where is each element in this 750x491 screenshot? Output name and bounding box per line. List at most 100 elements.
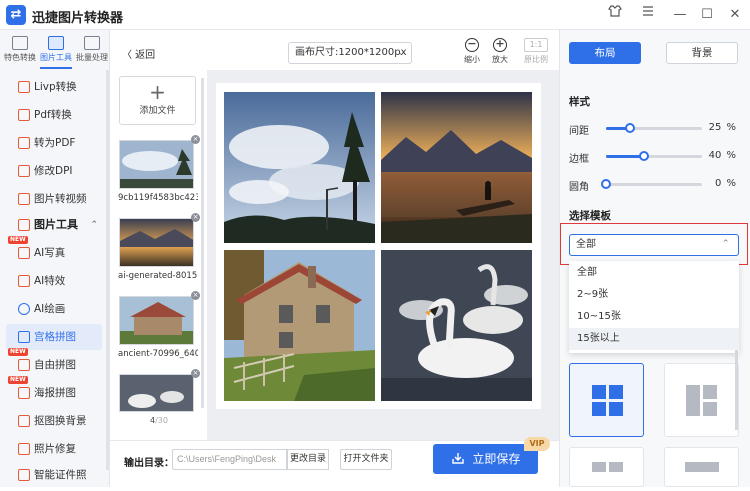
- remove-file-button[interactable]: ×: [191, 135, 200, 144]
- sidebar-item-ai-effects[interactable]: AI特效: [6, 268, 102, 294]
- vip-badge: VIP: [524, 437, 550, 451]
- sidebar-item-grid-collage[interactable]: 宫格拼图: [6, 324, 102, 350]
- template-filter-select[interactable]: 全部: [569, 234, 739, 256]
- add-file-button[interactable]: + 添加文件: [119, 76, 196, 125]
- template-grid-columns[interactable]: [664, 447, 739, 487]
- zoom-in-label: 放大: [492, 55, 508, 64]
- sidebar-item-to-pdf[interactable]: 转为PDF: [6, 130, 102, 156]
- ai-portrait-icon: [18, 247, 30, 259]
- grid-split-icon: [686, 385, 717, 416]
- plus-icon: +: [149, 80, 166, 104]
- template-grid-rows[interactable]: [569, 447, 644, 487]
- slider-handle[interactable]: [601, 179, 611, 189]
- zoom-in-icon: +: [493, 38, 507, 52]
- remove-file-button[interactable]: ×: [191, 369, 200, 378]
- output-dir-label: 输出目录：: [124, 458, 174, 469]
- sidebar-item-pdf-convert[interactable]: Pdf转换: [6, 102, 102, 128]
- grid-2x2-icon: [592, 385, 623, 416]
- change-dir-button[interactable]: 更改目录: [287, 449, 329, 470]
- back-button[interactable]: 〈 返回: [122, 46, 155, 61]
- sidebar-item-dpi[interactable]: 修改DPI: [6, 158, 102, 184]
- sidebar-item-image-to-video[interactable]: 图片转视频: [6, 186, 102, 212]
- option-2-9[interactable]: 2~9张: [569, 284, 739, 306]
- style-section-title: 样式: [569, 96, 590, 108]
- sidebar-item-livp[interactable]: Livp转换: [6, 74, 102, 100]
- sidebar-item-label: Livp转换: [34, 81, 77, 93]
- tab-label: 特色转换: [4, 53, 36, 62]
- border-slider[interactable]: [606, 151, 702, 161]
- minimize-button[interactable]: —: [669, 4, 691, 26]
- sidebar-item-poster-collage[interactable]: NEW 海报拼图: [6, 376, 102, 406]
- maximize-button[interactable]: ☐: [696, 4, 718, 26]
- new-badge: NEW: [8, 376, 28, 384]
- menu-icon[interactable]: [637, 4, 659, 26]
- file-thumbnail[interactable]: [119, 296, 194, 345]
- file-name: ancient-70996_640.j...: [118, 349, 198, 359]
- close-button[interactable]: ✕: [724, 4, 746, 26]
- file-thumbnail[interactable]: [119, 374, 194, 412]
- tab-label: 批量处理: [76, 53, 108, 62]
- save-label: 立即保存: [472, 452, 521, 466]
- sidebar-item-photo-repair[interactable]: 照片修复: [6, 436, 102, 462]
- original-ratio-button[interactable]: 1:1 原比例: [522, 38, 550, 65]
- sidebar-item-ai-portrait[interactable]: NEW AI写真: [6, 236, 102, 266]
- collage-photo-sky[interactable]: [224, 92, 375, 243]
- output-path-input[interactable]: C:\Users\FengPing\Desk: [172, 449, 287, 470]
- livp-icon: [18, 81, 30, 93]
- pdf-icon: [18, 109, 30, 121]
- zoom-in-button[interactable]: + 放大: [488, 38, 512, 65]
- collage-photo-swans[interactable]: [381, 250, 532, 401]
- active-tab-indicator: [40, 67, 72, 69]
- file-thumbnail[interactable]: [119, 140, 194, 189]
- file-list-scrollbar[interactable]: [201, 78, 204, 408]
- collage-photo-cottage[interactable]: [224, 250, 375, 401]
- canvas-size-select[interactable]: 画布尺寸:1200*1200px ⌄: [288, 42, 412, 64]
- option-15-plus[interactable]: 15张以上: [569, 328, 739, 350]
- corner-radius-value: 0 %: [714, 178, 736, 189]
- save-now-button[interactable]: 立即保存: [433, 444, 538, 474]
- zoom-out-button[interactable]: − 缩小: [460, 38, 484, 65]
- sidebar-item-label: 图片转视频: [34, 193, 87, 205]
- page-counter: 4/30: [150, 416, 168, 425]
- tab-background[interactable]: 背景: [666, 42, 738, 64]
- new-badge: NEW: [8, 348, 28, 356]
- remove-file-button[interactable]: ×: [191, 291, 200, 300]
- border-label: 边框: [569, 154, 589, 165]
- open-folder-button[interactable]: 打开文件夹: [340, 449, 392, 470]
- option-all[interactable]: 全部: [569, 262, 739, 284]
- tab-special-convert[interactable]: 特色转换: [3, 36, 37, 63]
- sidebar-item-ai-painting[interactable]: AI绘画: [6, 296, 102, 322]
- file-name: ai-generated-80157...: [118, 271, 198, 281]
- remove-file-button[interactable]: ×: [191, 213, 200, 222]
- sidebar-item-label: AI绘画: [34, 303, 66, 315]
- tab-image-tools[interactable]: 图片工具: [39, 36, 73, 63]
- tab-batch-process[interactable]: 批量处理: [75, 36, 109, 63]
- sidebar-scrollbar[interactable]: [106, 70, 109, 470]
- slider-handle[interactable]: [625, 123, 635, 133]
- sidebar-item-free-collage[interactable]: NEW 自由拼图: [6, 348, 102, 378]
- corner-radius-slider[interactable]: [601, 179, 702, 189]
- template-section-title: 选择模板: [569, 210, 611, 222]
- sidebar-item-label: Pdf转换: [34, 109, 72, 121]
- dpi-icon: [18, 165, 30, 177]
- tab-label: 图片工具: [40, 53, 72, 62]
- template-grid-left-split[interactable]: [664, 363, 739, 437]
- sidebar-item-cutout-background[interactable]: 抠图换背景: [6, 408, 102, 434]
- original-ratio-label: 原比例: [524, 55, 548, 64]
- skin-icon[interactable]: [604, 4, 626, 26]
- spacing-slider[interactable]: [606, 123, 702, 133]
- sidebar-item-label: 海报拼图: [34, 387, 76, 399]
- new-badge: NEW: [8, 236, 28, 244]
- poster-collage-icon: [18, 387, 30, 399]
- grid-rows-icon: [592, 462, 623, 472]
- tab-layout[interactable]: 布局: [569, 42, 641, 64]
- sidebar-group-image-tools[interactable]: 图片工具 ⌃: [6, 212, 102, 238]
- sidebar-item-id-photo[interactable]: 智能证件照: [6, 462, 102, 488]
- collage-photo-sunset-lake[interactable]: [381, 92, 532, 243]
- panel-scrollbar[interactable]: [735, 350, 738, 430]
- file-thumbnail[interactable]: [119, 218, 194, 267]
- chevron-up-icon: ⌃: [90, 220, 98, 230]
- grid-columns-icon: [685, 462, 719, 472]
- template-grid-2x2[interactable]: [569, 363, 644, 437]
- option-10-15[interactable]: 10~15张: [569, 306, 739, 328]
